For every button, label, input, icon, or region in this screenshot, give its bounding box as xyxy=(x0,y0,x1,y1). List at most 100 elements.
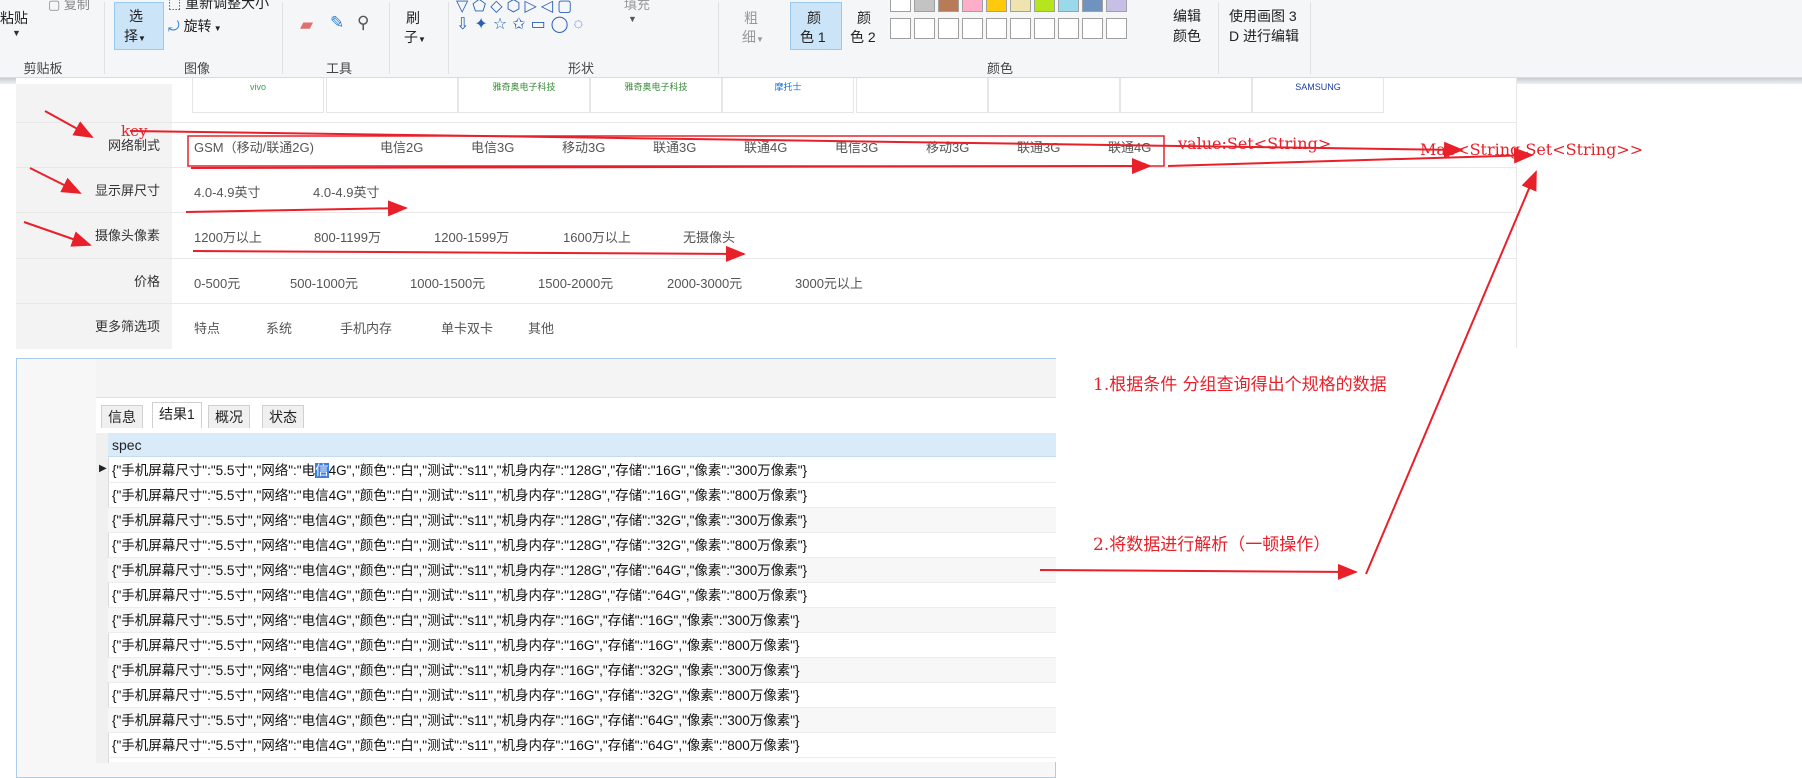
filter-option[interactable]: 联通4G xyxy=(744,137,787,156)
table-row[interactable]: {"手机屏幕尺寸":"5.5寸","网络":"电信4G","颜色":"白","测… xyxy=(108,533,1056,558)
filter-option[interactable]: 移动3G xyxy=(562,137,605,156)
table-row[interactable]: {"手机屏幕尺寸":"5.5寸","网络":"电信4G","颜色":"白","测… xyxy=(108,733,1056,758)
color-swatch[interactable] xyxy=(1058,0,1079,12)
brand-logo[interactable] xyxy=(1120,78,1252,113)
filter-option[interactable]: 1200万以上 xyxy=(194,227,262,246)
table-row[interactable]: {"手机屏幕尺寸":"5.5寸","网络":"电信4G","颜色":"白","测… xyxy=(108,683,1056,708)
brush-label-1[interactable]: 刷 xyxy=(406,8,420,28)
color-swatch[interactable] xyxy=(962,0,983,12)
paste-dropdown-icon[interactable]: ▼ xyxy=(12,28,21,38)
copy-label: 复制 xyxy=(63,0,90,12)
filter-option[interactable]: 2000-3000元 xyxy=(667,273,742,292)
column-header-spec[interactable]: spec xyxy=(108,433,1056,457)
color-swatch[interactable] xyxy=(1106,0,1127,12)
filter-option[interactable]: 手机内存 xyxy=(340,318,392,337)
filter-option[interactable]: 电信2G xyxy=(380,137,423,156)
filter-option[interactable]: 移动3G xyxy=(926,137,969,156)
brush-button[interactable]: 子▼ xyxy=(404,27,426,47)
resize-button[interactable]: ⬚ 重新调整大小 xyxy=(168,0,269,13)
color-picker-icon[interactable]: ✎ xyxy=(330,13,344,33)
filter-option[interactable]: 500-1000元 xyxy=(290,273,358,292)
empty-color-swatch[interactable] xyxy=(938,18,959,39)
filter-option[interactable]: 系统 xyxy=(266,318,292,337)
rotate-button[interactable]: ⤾ 旋转 ▼ xyxy=(168,16,222,36)
filter-option[interactable]: 4.0-4.9英寸 xyxy=(194,182,260,201)
size-label-1[interactable]: 粗 xyxy=(744,8,758,28)
empty-color-swatch[interactable] xyxy=(1082,18,1103,39)
filter-option[interactable]: 800-1199万 xyxy=(314,227,381,246)
copy-button[interactable]: ▢ 复制 xyxy=(48,0,90,13)
filter-option[interactable]: GSM（移动/联通2G) xyxy=(194,137,314,156)
filter-option[interactable]: 其他 xyxy=(528,318,554,337)
tab-info[interactable]: 信息 xyxy=(101,405,143,428)
rotate-label: 旋转 xyxy=(183,18,212,34)
ribbon-separator xyxy=(448,2,449,74)
shapes-gallery-icon-row2[interactable]: ⇩✦☆✩▭◯◌ xyxy=(456,14,588,34)
table-row[interactable]: {"手机屏幕尺寸":"5.5寸","网络":"电信4G","颜色":"白","测… xyxy=(108,708,1056,733)
fill-label[interactable]: 填充 xyxy=(624,0,650,13)
brand-logo[interactable] xyxy=(856,78,988,113)
brand-logo[interactable]: 雅奇奥电子科技 xyxy=(590,78,722,113)
color2-label-1[interactable]: 颜 xyxy=(857,8,871,28)
filter-option[interactable]: 1000-1500元 xyxy=(410,273,485,292)
magnifier-icon[interactable]: ⚲ xyxy=(357,13,369,33)
paint3d-label-1[interactable]: 使用画图 3 xyxy=(1229,6,1297,26)
brand-logo[interactable]: vivo xyxy=(192,78,324,113)
filter-option[interactable]: 无摄像头 xyxy=(683,227,735,246)
filter-option[interactable]: 1500-2000元 xyxy=(538,273,613,292)
selected-text[interactable]: 信 xyxy=(315,463,329,478)
empty-color-swatch[interactable] xyxy=(914,18,935,39)
brand-logo[interactable]: SAMSUNG xyxy=(1252,78,1384,113)
empty-color-swatch[interactable] xyxy=(962,18,983,39)
color-swatch[interactable] xyxy=(986,0,1007,12)
filter-option[interactable]: 电信3G xyxy=(471,137,514,156)
color2-label-2[interactable]: 色 2 xyxy=(850,27,876,47)
paste-button[interactable]: 粘贴 xyxy=(0,8,28,28)
filter-option[interactable]: 1200-1599万 xyxy=(434,227,509,246)
color-swatch[interactable] xyxy=(938,0,959,12)
filter-option[interactable]: 联通3G xyxy=(653,137,696,156)
filter-option[interactable]: 联通4G xyxy=(1108,137,1151,156)
filter-option[interactable]: 单卡双卡 xyxy=(441,318,493,337)
filter-option[interactable]: 1600万以上 xyxy=(563,227,631,246)
eraser-icon[interactable]: ▰ xyxy=(300,15,313,35)
empty-color-swatch[interactable] xyxy=(890,18,911,39)
tab-status[interactable]: 状态 xyxy=(262,405,304,428)
paint3d-label-2[interactable]: D 进行编辑 xyxy=(1229,26,1299,46)
table-row[interactable]: {"手机屏幕尺寸":"5.5寸","网络":"电信4G","颜色":"白","测… xyxy=(108,608,1056,633)
edit-colors-label-2[interactable]: 颜色 xyxy=(1173,26,1201,46)
filter-option[interactable]: 联通3G xyxy=(1017,137,1060,156)
edit-colors-label-1[interactable]: 编辑 xyxy=(1173,6,1201,26)
size-button[interactable]: 细▼ xyxy=(742,27,764,47)
color-swatch[interactable] xyxy=(1010,0,1031,12)
color-swatch[interactable] xyxy=(914,0,935,12)
tab-result1[interactable]: 结果1 xyxy=(152,402,202,428)
brand-logo[interactable] xyxy=(326,78,458,113)
table-row[interactable]: {"手机屏幕尺寸":"5.5寸","网络":"电信4G","颜色":"白","测… xyxy=(108,558,1056,583)
brand-logo[interactable]: 摩托士 xyxy=(722,78,854,113)
filter-option[interactable]: 电信3G xyxy=(835,137,878,156)
shapes-more-icon[interactable]: ▼ xyxy=(628,14,637,24)
color-swatch[interactable] xyxy=(890,0,911,12)
brand-logo[interactable]: 雅奇奥电子科技 xyxy=(458,78,590,113)
table-row[interactable]: {"手机屏幕尺寸":"5.5寸","网络":"电信4G","颜色":"白","测… xyxy=(108,633,1056,658)
color-swatch[interactable] xyxy=(1034,0,1055,12)
empty-color-swatch[interactable] xyxy=(1010,18,1031,39)
empty-color-swatch[interactable] xyxy=(1034,18,1055,39)
empty-color-swatch[interactable] xyxy=(986,18,1007,39)
table-row[interactable]: {"手机屏幕尺寸":"5.5寸","网络":"电信4G","颜色":"白","测… xyxy=(108,508,1056,533)
table-row[interactable]: {"手机屏幕尺寸":"5.5寸","网络":"电信4G","颜色":"白","测… xyxy=(108,583,1056,608)
color-palette[interactable] xyxy=(890,0,1162,45)
filter-option[interactable]: 0-500元 xyxy=(194,273,240,292)
empty-color-swatch[interactable] xyxy=(1058,18,1079,39)
table-row[interactable]: {"手机屏幕尺寸":"5.5寸","网络":"电信4G","颜色":"白","测… xyxy=(108,658,1056,683)
table-row[interactable]: {"手机屏幕尺寸":"5.5寸","网络":"电信4G","颜色":"白","测… xyxy=(108,483,1056,508)
filter-option[interactable]: 特点 xyxy=(194,318,220,337)
filter-option[interactable]: 3000元以上 xyxy=(795,273,863,292)
empty-color-swatch[interactable] xyxy=(1106,18,1127,39)
filter-option[interactable]: 4.0-4.9英寸 xyxy=(313,182,379,201)
color-swatch[interactable] xyxy=(1082,0,1103,12)
table-row[interactable]: {"手机屏幕尺寸":"5.5寸","网络":"电信4G","颜色":"白","测… xyxy=(108,458,1056,483)
tab-overview[interactable]: 概况 xyxy=(208,405,250,428)
brand-logo[interactable] xyxy=(988,78,1120,113)
